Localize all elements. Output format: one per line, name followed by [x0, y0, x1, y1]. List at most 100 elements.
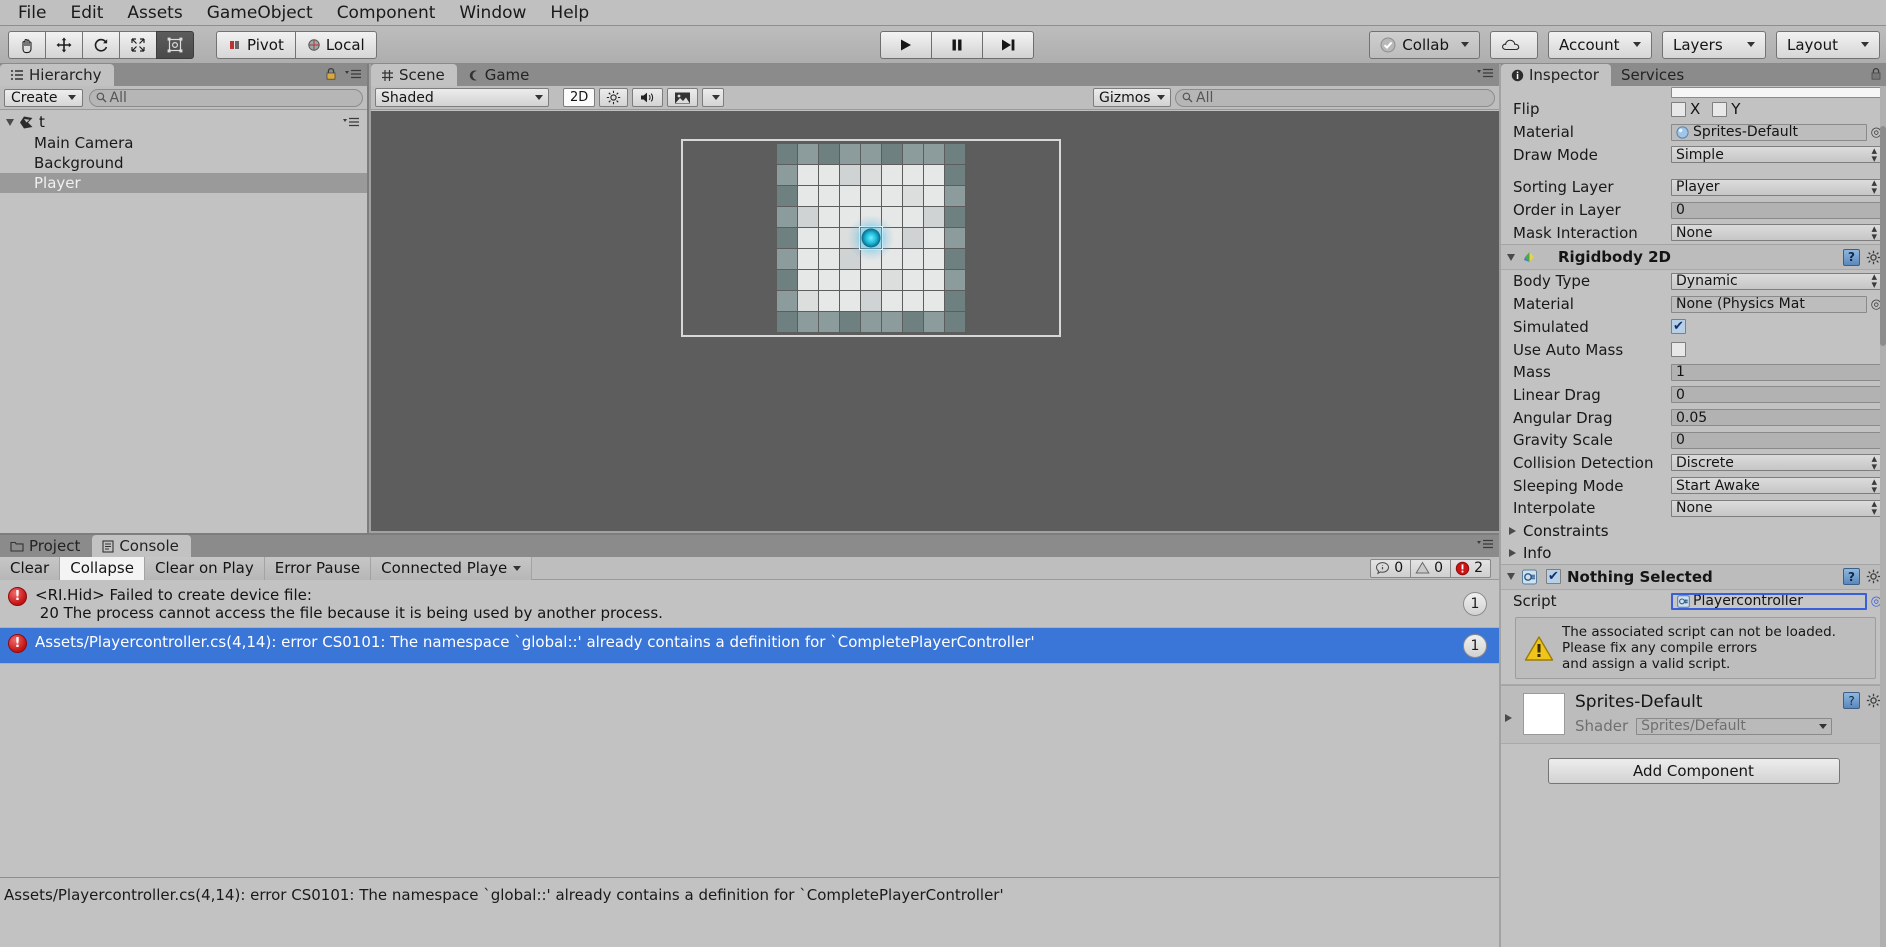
sleeping-mode-dropdown[interactable]: Start Awake ▴ ▾ — [1671, 477, 1882, 495]
step-button[interactable] — [982, 30, 1034, 59]
foldout-info[interactable]: Info — [1501, 542, 1886, 564]
linear-drag-label: Linear Drag — [1513, 385, 1601, 404]
hierarchy-item-background[interactable]: Background — [0, 153, 367, 173]
hand-tool-button[interactable] — [8, 30, 46, 59]
create-button[interactable]: Create — [4, 88, 83, 107]
error-pause-button[interactable]: Error Pause — [264, 556, 372, 580]
gravity-scale-input[interactable]: 0 — [1671, 431, 1882, 449]
use-auto-mass-checkbox[interactable] — [1671, 342, 1686, 358]
tab-hierarchy[interactable]: Hierarchy — [0, 64, 114, 86]
gravity-scale-value: 0 — [1676, 432, 1685, 449]
clear-on-play-button[interactable]: Clear on Play — [144, 556, 265, 580]
chevron-right-icon[interactable] — [1505, 714, 1512, 723]
lighting-toggle-button[interactable] — [599, 88, 629, 107]
menu-item-file[interactable]: File — [6, 1, 58, 25]
inspector-scrollbar[interactable] — [1880, 86, 1886, 947]
chevron-right-icon[interactable] — [1509, 548, 1516, 557]
help-icon[interactable]: ? — [1843, 248, 1860, 266]
linear-drag-input[interactable]: 0 — [1671, 386, 1882, 404]
tab-services[interactable]: Services — [1610, 64, 1697, 86]
layout-button[interactable]: Layout — [1776, 30, 1880, 59]
script-component-header[interactable]: Nothing Selected ? — [1501, 563, 1886, 590]
local-toggle-button[interactable]: Local — [294, 30, 377, 59]
sr-material-field[interactable]: Sprites-Default — [1671, 123, 1867, 141]
tab-game[interactable]: Game — [456, 64, 542, 86]
menu-item-assets[interactable]: Assets — [115, 1, 194, 25]
body-type-dropdown[interactable]: Dynamic ▴ ▾ — [1671, 272, 1882, 290]
foldout-constraints[interactable]: Constraints — [1501, 520, 1886, 542]
scene-root-row[interactable]: t — [0, 111, 367, 133]
flip-x-checkbox[interactable] — [1671, 101, 1686, 117]
gizmos-dropdown[interactable]: Gizmos — [1093, 88, 1171, 107]
rotate-tool-button[interactable] — [82, 30, 120, 59]
pivot-toggle-button[interactable]: Pivot — [216, 30, 296, 59]
toggle-2d-button[interactable]: 2D — [563, 88, 596, 107]
console-icon — [102, 539, 114, 553]
shader-dropdown[interactable]: Sprites/Default — [1636, 717, 1833, 735]
effects-toggle-button[interactable] — [667, 88, 699, 107]
account-button[interactable]: Account — [1548, 30, 1652, 59]
menu-item-gameobject[interactable]: GameObject — [195, 1, 325, 25]
pause-button[interactable] — [931, 30, 983, 59]
menu-item-help[interactable]: Help — [538, 1, 601, 25]
layers-button[interactable]: Layers — [1662, 30, 1766, 59]
effects-dropdown-button[interactable] — [702, 88, 725, 107]
collapse-button[interactable]: Collapse — [60, 556, 145, 580]
color-field[interactable] — [1671, 87, 1882, 98]
chevron-down-icon[interactable] — [1507, 253, 1515, 261]
rect-tool-button[interactable] — [156, 30, 194, 59]
clear-button[interactable]: Clear — [0, 556, 61, 580]
script-enabled-checkbox[interactable] — [1546, 569, 1561, 585]
script-label[interactable]: Script — [1513, 592, 1671, 610]
chevron-down-icon[interactable] — [1507, 573, 1515, 581]
scene-search-input[interactable]: All — [1175, 88, 1495, 107]
play-button[interactable] — [880, 30, 932, 59]
connected-player-dropdown[interactable]: Connected Playe — [371, 556, 533, 580]
mask-interaction-dropdown[interactable]: None ▴ ▾ — [1671, 224, 1882, 242]
scale-tool-button[interactable] — [119, 30, 157, 59]
add-component-button[interactable]: Add Component — [1547, 758, 1840, 785]
flip-y-checkbox[interactable] — [1712, 101, 1728, 117]
mass-input[interactable]: 1 — [1671, 363, 1882, 381]
tab-console[interactable]: Console — [92, 535, 191, 557]
cloud-button[interactable] — [1490, 30, 1538, 59]
player-sprite[interactable] — [861, 228, 881, 248]
hierarchy-search-input[interactable]: All — [88, 88, 363, 107]
menu-item-component[interactable]: Component — [325, 1, 448, 25]
error-count[interactable]: 2 — [1450, 558, 1491, 578]
console-detail-pane[interactable]: Assets/Playercontroller.cs(4,14): error … — [0, 877, 1499, 947]
interpolate-dropdown[interactable]: None ▴ ▾ — [1671, 499, 1882, 517]
console-entry[interactable]: ! Assets/Playercontroller.cs(4,14): erro… — [0, 628, 1499, 664]
chevron-down-icon[interactable] — [6, 118, 14, 126]
angular-drag-input[interactable]: 0.05 — [1671, 409, 1882, 427]
collab-button[interactable]: Collab — [1369, 30, 1480, 59]
scene-viewport[interactable] — [371, 111, 1499, 531]
hierarchy-icon — [11, 69, 23, 80]
audio-toggle-button[interactable] — [632, 88, 664, 107]
info-count[interactable]: 0 — [1370, 558, 1412, 578]
tab-inspector[interactable]: Inspector — [1501, 64, 1611, 86]
draw-mode-dropdown[interactable]: Simple ▴ ▾ — [1671, 146, 1882, 164]
menu-item-window[interactable]: Window — [447, 1, 538, 25]
move-tool-button[interactable] — [45, 30, 83, 59]
hierarchy-item-player[interactable]: Player — [0, 173, 367, 193]
console-entry[interactable]: ! <RI.Hid> Failed to create device file:… — [0, 581, 1499, 628]
help-icon[interactable]: ? — [1843, 568, 1860, 586]
inspector-scroll-thumb[interactable] — [1880, 126, 1886, 346]
order-in-layer-input[interactable]: 0 — [1671, 201, 1882, 219]
tab-scene[interactable]: Scene — [371, 64, 457, 86]
menu-item-edit[interactable]: Edit — [58, 1, 115, 25]
rigidbody2d-header[interactable]: Rigidbody 2D ? — [1501, 244, 1886, 271]
sorting-layer-dropdown[interactable]: Player ▴ ▾ — [1671, 178, 1882, 196]
simulated-checkbox[interactable] — [1671, 319, 1686, 335]
shading-mode-dropdown[interactable]: Shaded — [375, 88, 549, 107]
tab-console-label: Console — [119, 537, 179, 555]
script-field[interactable]: Playercontroller — [1671, 592, 1867, 610]
warning-count[interactable]: 0 — [1410, 558, 1452, 578]
collision-detection-dropdown[interactable]: Discrete ▴ ▾ — [1671, 454, 1882, 472]
rb-material-field[interactable]: None (Physics Mat — [1671, 295, 1867, 313]
tab-project[interactable]: Project — [0, 535, 93, 557]
help-icon[interactable]: ? — [1843, 692, 1860, 710]
chevron-right-icon[interactable] — [1509, 526, 1516, 535]
hierarchy-item-main-camera[interactable]: Main Camera — [0, 133, 367, 153]
